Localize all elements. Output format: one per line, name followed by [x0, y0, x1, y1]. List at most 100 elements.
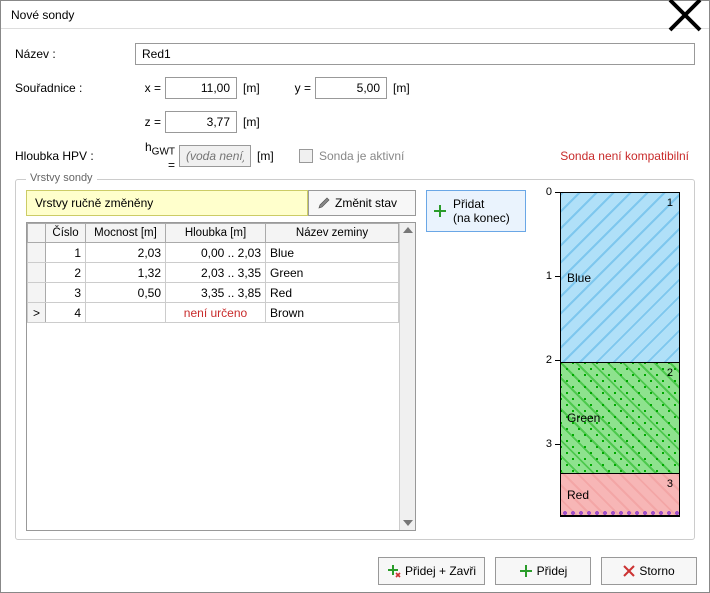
stratum-name: Green [567, 411, 600, 425]
close-button[interactable] [667, 4, 703, 26]
cell-mocnost: 2,03 [86, 243, 166, 263]
layers-left: Vrstvy ručně změněny Změnit stav [26, 190, 416, 531]
layers-legend: Vrstvy sondy [26, 172, 97, 184]
hgwt-label: hGWT = [135, 140, 179, 171]
row-coord-z: z = [m] [15, 109, 695, 135]
cell-num: 1 [46, 243, 86, 263]
cell-nazev: Red [266, 283, 399, 303]
stratum-index: 3 [667, 478, 673, 490]
hgwt-unit: [m] [251, 149, 281, 163]
col-hloubka: Hloubka [m] [166, 224, 266, 243]
stratum-layer: Blue 1 [561, 193, 679, 363]
y-unit: [m] [387, 81, 417, 95]
cell-nazev: Blue [266, 243, 399, 263]
stratum-name: Blue [567, 271, 591, 285]
active-checkbox[interactable] [299, 149, 313, 163]
cell-hloubka: 0,00 .. 2,03 [166, 243, 266, 263]
add-layer-label2: (na konec) [453, 211, 510, 225]
y-input[interactable] [315, 77, 387, 99]
add-layer-label1: Přidat [453, 197, 510, 211]
add-close-button[interactable]: Přidej + Zavři [378, 557, 485, 585]
stratum-name: Red [567, 488, 589, 502]
x-unit: [m] [237, 81, 267, 95]
add-label: Přidej [537, 564, 568, 578]
stratigraphy-column: Blue 1 Green 2 Red 3 [560, 192, 680, 517]
row-marker [28, 243, 46, 263]
hpv-label: Hloubka HPV : [15, 149, 135, 163]
dialog-window: Nové sondy Název : Souřadnice : x = [m] … [0, 0, 710, 593]
depth-ruler: 0123 [536, 192, 560, 517]
table-row[interactable]: >4 není určenoBrown [28, 303, 399, 323]
stratum-index: 2 [667, 367, 673, 379]
x-input[interactable] [165, 77, 237, 99]
row-marker: > [28, 303, 46, 323]
cross-icon [623, 565, 635, 577]
z-label: z = [135, 115, 165, 129]
plus-icon [433, 204, 447, 218]
footer: Přidej + Zavři Přidej Storno [1, 548, 709, 592]
layers-mid: Přidat (na konec) [426, 190, 526, 531]
manual-note: Vrstvy ručně změněny [26, 190, 308, 216]
active-label: Sonda je aktivní [319, 149, 404, 163]
layers-toolbar: Vrstvy ručně změněny Změnit stav [26, 190, 416, 216]
cell-hloubka: není určeno [166, 303, 266, 323]
cell-hloubka: 2,03 .. 3,35 [166, 263, 266, 283]
add-button[interactable]: Přidej [495, 557, 591, 585]
add-layer-button[interactable]: Přidat (na konec) [426, 190, 526, 232]
add-close-label: Přidej + Zavři [405, 564, 476, 578]
hgwt-input [179, 145, 251, 167]
coord-label: Souřadnice : [15, 81, 135, 95]
cell-mocnost: 1,32 [86, 263, 166, 283]
row-marker [28, 263, 46, 283]
stratum-layer: Green 2 [561, 363, 679, 474]
ruler-tick-label: 3 [546, 438, 552, 450]
y-label: y = [285, 81, 315, 95]
cell-nazev: Green [266, 263, 399, 283]
cell-num: 3 [46, 283, 86, 303]
name-label: Název : [15, 47, 135, 61]
window-title: Nové sondy [11, 8, 667, 22]
stratum-bottom-marker [561, 510, 679, 516]
row-marker [28, 283, 46, 303]
table-scrollbar[interactable] [399, 223, 415, 530]
z-unit: [m] [237, 115, 267, 129]
titlebar: Nové sondy [1, 1, 709, 29]
change-state-button[interactable]: Změnit stav [308, 190, 416, 216]
col-nazev: Název zeminy [266, 224, 399, 243]
cell-num: 2 [46, 263, 86, 283]
row-hpv: Hloubka HPV : hGWT = [m] Sonda je aktivn… [15, 143, 695, 169]
close-icon [667, 0, 703, 33]
z-input[interactable] [165, 111, 237, 133]
row-name: Název : [15, 41, 695, 67]
ruler-tick-label: 2 [546, 354, 552, 366]
layers-table-wrap: Číslo Mocnost [m] Hloubka [m] Název zemi… [26, 222, 416, 531]
table-row[interactable]: 21,322,03 .. 3,35Green [28, 263, 399, 283]
table-row[interactable]: 12,030,00 .. 2,03Blue [28, 243, 399, 263]
table-row[interactable]: 30,503,35 .. 3,85Red [28, 283, 399, 303]
manual-note-text: Vrstvy ručně změněny [35, 196, 153, 210]
cell-num: 4 [46, 303, 86, 323]
stratigraphy-panel: 0123 Blue1Green2Red3 [536, 190, 684, 531]
change-state-label: Změnit stav [335, 196, 397, 210]
cell-mocnost [86, 303, 166, 323]
plus-icon [519, 564, 533, 578]
content-area: Název : Souřadnice : x = [m] y = [m] z =… [1, 29, 709, 548]
row-coord-xy: Souřadnice : x = [m] y = [m] [15, 75, 695, 101]
cell-hloubka: 3,35 .. 3,85 [166, 283, 266, 303]
cell-nazev: Brown [266, 303, 399, 323]
cancel-button[interactable]: Storno [601, 557, 697, 585]
ruler-tick-label: 0 [546, 186, 552, 198]
plus-close-icon [387, 564, 401, 578]
cell-mocnost: 0,50 [86, 283, 166, 303]
ruler-tick-label: 1 [546, 270, 552, 282]
col-mocnost: Mocnost [m] [86, 224, 166, 243]
layers-table-scroll: Číslo Mocnost [m] Hloubka [m] Název zemi… [27, 223, 399, 530]
x-label: x = [135, 81, 165, 95]
layers-group: Vrstvy sondy Vrstvy ručně změněny Změnit… [15, 179, 695, 540]
cancel-label: Storno [639, 564, 674, 578]
pencil-icon [317, 196, 331, 210]
stratum-index: 1 [667, 197, 673, 209]
layers-table[interactable]: Číslo Mocnost [m] Hloubka [m] Název zemi… [27, 223, 399, 323]
name-input[interactable] [135, 43, 695, 65]
col-num: Číslo [46, 224, 86, 243]
